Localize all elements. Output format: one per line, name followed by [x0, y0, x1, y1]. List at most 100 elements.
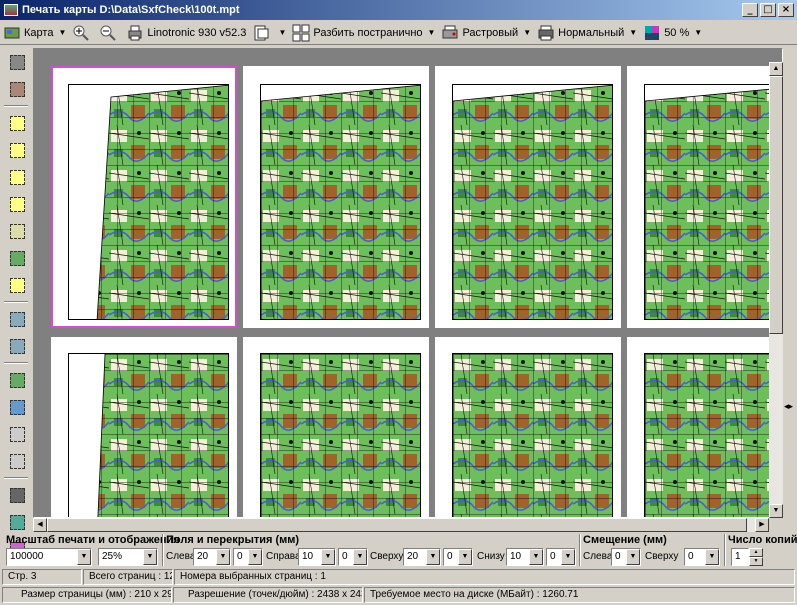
scroll-down-arrow-icon[interactable]: ▼: [769, 504, 783, 518]
horizontal-scrollbar[interactable]: ◀ ▶: [33, 518, 769, 532]
page-frame: [68, 353, 229, 517]
tool-separator: [4, 362, 28, 364]
offset-top-combo[interactable]: 0 ▼: [684, 548, 720, 566]
horizontal-scroll-thumb[interactable]: [47, 518, 747, 532]
edit-frame-icon: [10, 224, 25, 239]
left-overlap-combo[interactable]: 0 ▼: [233, 548, 263, 566]
margins-group-title: Поля и перекрытия (мм): [166, 534, 300, 546]
page-thumbnail[interactable]: [435, 66, 621, 328]
map-fragment: [453, 354, 612, 517]
map-fragment: [645, 354, 782, 517]
scroll-left-arrow-icon[interactable]: ◀: [33, 518, 47, 532]
chevron-down-icon: ▼: [427, 28, 436, 37]
resolution-status: Разрешение (точек/дюйм) : 2438 x 2438: [173, 587, 363, 603]
map-sheet-tool-button[interactable]: [6, 369, 28, 391]
scroll-right-arrow-icon[interactable]: ▶: [755, 518, 769, 532]
right-overlap-combo[interactable]: 0 ▼: [338, 548, 368, 566]
chevron-down-icon[interactable]: ▼: [77, 549, 91, 565]
zoom-out-button[interactable]: [96, 22, 123, 44]
pages-icon: [10, 251, 25, 266]
zoom-in-icon: [72, 24, 90, 42]
zoom-combo[interactable]: 25% ▼: [98, 548, 158, 566]
chevron-down-icon[interactable]: ▼: [143, 549, 157, 565]
tool-palette: [4, 49, 30, 557]
mirror-tool-button[interactable]: [6, 511, 28, 533]
pages-tool-button[interactable]: [6, 247, 28, 269]
vertical-scroll-thumb[interactable]: [769, 76, 783, 334]
right-margin-combo[interactable]: 10 ▼: [298, 548, 336, 566]
page-frame: [644, 84, 782, 320]
select-area-tool-button[interactable]: [6, 193, 28, 215]
page-thumbnail[interactable]: [51, 66, 237, 328]
raster-mode-button[interactable]: Растровый ▼: [438, 22, 534, 44]
title-bar: Печать карты D:\Data\SxfCheck\100t.mpt _…: [0, 0, 797, 20]
scroll-up-arrow-icon[interactable]: ▲: [769, 62, 783, 76]
zoom-in-button[interactable]: [69, 22, 96, 44]
minimize-button[interactable]: _: [742, 3, 758, 17]
print-preview-canvas[interactable]: [33, 48, 783, 518]
page-thumbnail[interactable]: [435, 337, 621, 517]
maximize-button[interactable]: □: [760, 3, 776, 17]
map-menu-button[interactable]: Карта ▼: [0, 22, 69, 44]
spin-up-icon[interactable]: ▲: [749, 548, 763, 557]
offset-left-combo[interactable]: 0 ▼: [611, 548, 641, 566]
settings-tool-button[interactable]: [6, 335, 28, 357]
page-thumbnail[interactable]: [627, 337, 782, 517]
select-region-tool-button[interactable]: [6, 139, 28, 161]
status-bar-pages: Стр. 3 Всего страниц : 12 Номера выбранн…: [0, 568, 797, 585]
vertical-scrollbar[interactable]: ▲ ▼: [769, 62, 783, 518]
print-area-tool-button[interactable]: [6, 396, 28, 418]
offset-group-title: Смещение (мм): [583, 534, 667, 546]
copies-spinner[interactable]: ▲ ▼: [749, 548, 763, 566]
scale-combo[interactable]: 100000 ▼: [6, 548, 92, 566]
divider: [724, 534, 726, 566]
chevron-down-icon[interactable]: ▼: [353, 549, 367, 565]
print-tool-button[interactable]: [6, 51, 28, 73]
chevron-down-icon[interactable]: ▼: [216, 549, 230, 565]
page-thumbnail[interactable]: [627, 66, 782, 328]
bottom-margin-label: Снизу: [477, 551, 505, 562]
printer-props-icon: [10, 312, 25, 327]
app-icon: [4, 4, 18, 16]
chevron-down-icon[interactable]: ▼: [561, 549, 575, 565]
map-sheet-icon: [10, 373, 25, 388]
divider: [579, 534, 581, 566]
print-mode-icon: [537, 24, 555, 42]
split-pages-button[interactable]: Разбить постранично ▼: [289, 22, 438, 44]
close-button[interactable]: ×: [778, 3, 794, 17]
page-thumbnail[interactable]: [243, 66, 429, 328]
chevron-down-icon: ▼: [629, 28, 638, 37]
left-margin-combo[interactable]: 20 ▼: [193, 548, 231, 566]
chevron-down-icon[interactable]: ▼: [529, 549, 543, 565]
print-setup-tool-button[interactable]: [6, 78, 28, 100]
chevron-down-icon[interactable]: ▼: [626, 549, 640, 565]
chevron-down-icon[interactable]: ▼: [248, 549, 262, 565]
bottom-margin-combo[interactable]: 10 ▼: [506, 548, 544, 566]
chevron-down-icon[interactable]: ▼: [705, 549, 719, 565]
copies-input[interactable]: 1: [731, 548, 749, 566]
printer-select-button[interactable]: Linotronic 930 v52.3: [123, 22, 249, 44]
crop-marks-tool-button[interactable]: [6, 450, 28, 472]
edit-frame-tool-button[interactable]: [6, 220, 28, 242]
fill-tool-button[interactable]: [6, 484, 28, 506]
page-frame-tool-button[interactable]: [6, 274, 28, 296]
bottom-overlap-combo[interactable]: 0 ▼: [546, 548, 576, 566]
tool-separator: [4, 105, 28, 107]
page-thumbnail[interactable]: [51, 337, 237, 517]
print-mode-button[interactable]: Нормальный ▼: [534, 22, 640, 44]
zoom-level-button[interactable]: 50 % ▼: [640, 22, 705, 44]
printer-props-tool-button[interactable]: [6, 308, 28, 330]
chevron-down-icon[interactable]: ▼: [458, 549, 472, 565]
chevron-down-icon[interactable]: ▼: [426, 549, 440, 565]
select-area-icon: [10, 197, 25, 212]
panel-splitter-icon[interactable]: ◂▸: [784, 402, 793, 412]
chevron-down-icon[interactable]: ▼: [321, 549, 335, 565]
top-margin-combo[interactable]: 20 ▼: [403, 548, 441, 566]
orientation-button[interactable]: ▼: [249, 22, 289, 44]
top-overlap-combo[interactable]: 0 ▼: [443, 548, 473, 566]
page-thumbnail[interactable]: [243, 337, 429, 517]
spin-down-icon[interactable]: ▼: [749, 557, 763, 566]
select-object-tool-button[interactable]: [6, 166, 28, 188]
cut-tool-button[interactable]: [6, 423, 28, 445]
select-frame-tool-button[interactable]: [6, 112, 28, 134]
